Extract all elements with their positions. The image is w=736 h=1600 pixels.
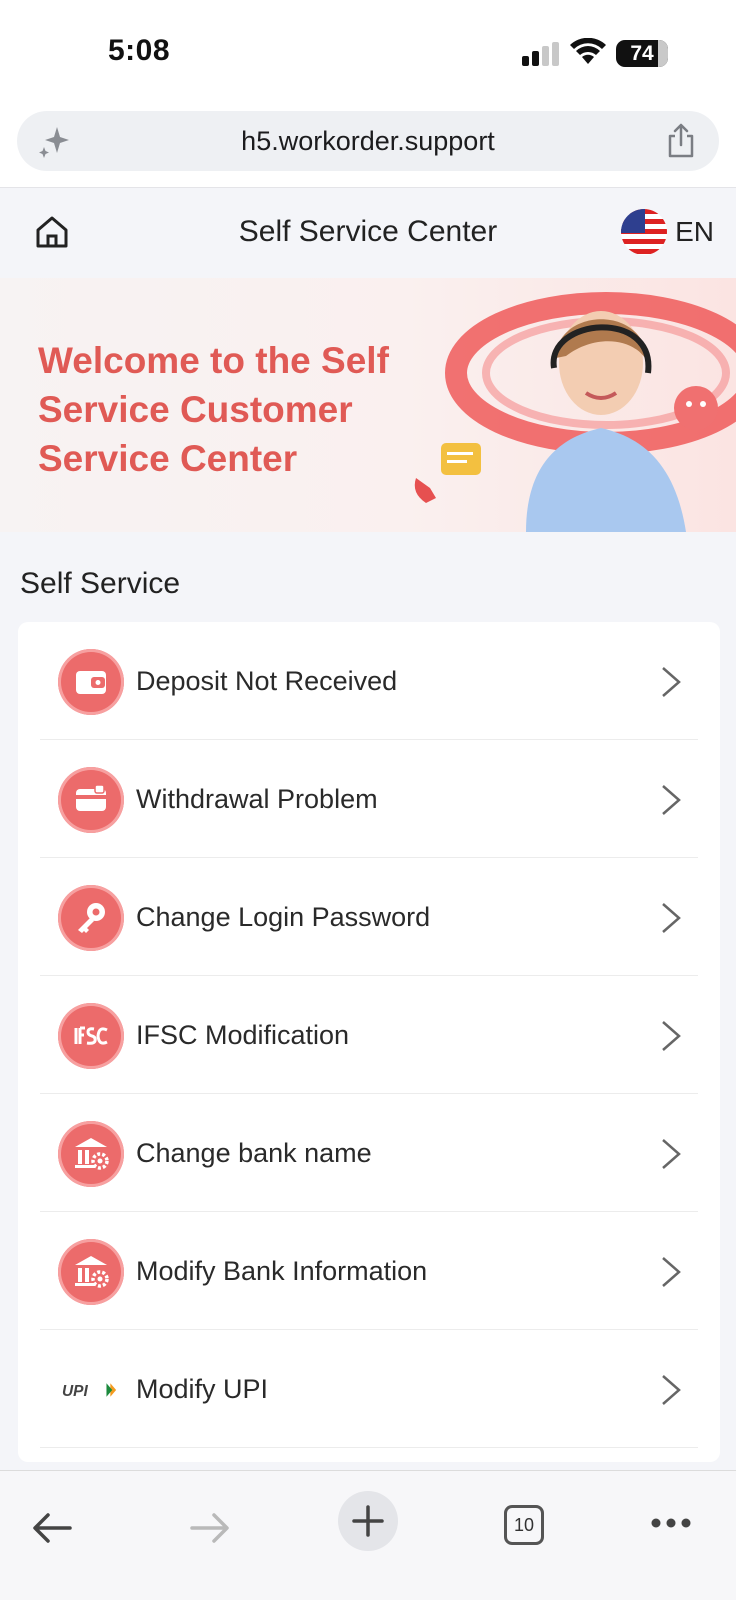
item-label: Modify Bank Information xyxy=(136,1256,428,1286)
chevron-right-icon xyxy=(662,1375,681,1405)
more-icon[interactable] xyxy=(650,1517,692,1529)
language-selector[interactable]: EN xyxy=(621,208,714,256)
chevron-right-icon xyxy=(662,1021,681,1051)
list-item-change-bank-name[interactable]: Change bank name xyxy=(40,1094,698,1212)
status-time: 5:08 xyxy=(108,34,171,67)
plus-icon xyxy=(352,1505,384,1537)
bank-gear-icon xyxy=(58,1239,124,1305)
language-label: EN xyxy=(675,216,714,247)
item-label: Modify UPI xyxy=(136,1374,269,1404)
browser-toolbar: h5.workorder.support xyxy=(0,100,736,188)
chevron-right-icon xyxy=(662,903,681,933)
new-tab-button[interactable] xyxy=(338,1491,398,1551)
list-item-deposit-not-received[interactable]: Deposit Not Received xyxy=(40,622,698,740)
tabs-button[interactable]: 10 xyxy=(504,1505,544,1545)
battery-icon: 74 xyxy=(616,40,668,67)
url-text[interactable]: h5.workorder.support xyxy=(17,126,719,157)
chevron-right-icon xyxy=(662,1257,681,1287)
ifsc-icon xyxy=(58,1003,124,1069)
item-label: IFSC Modification xyxy=(136,1020,350,1050)
section-title: Self Service xyxy=(20,567,181,600)
chevron-right-icon xyxy=(662,667,681,697)
us-flag-icon xyxy=(621,209,668,255)
bank-gear-icon xyxy=(58,1121,124,1187)
svg-text:UPI: UPI xyxy=(62,1383,88,1400)
cellular-signal-icon xyxy=(522,42,559,66)
status-bar: 5:08 74 xyxy=(0,0,736,100)
welcome-banner: Welcome to the Self Service Customer Ser… xyxy=(0,278,736,532)
chevron-right-icon xyxy=(662,1139,681,1169)
item-label: Change bank name xyxy=(136,1138,372,1168)
wallet-icon xyxy=(58,649,124,715)
app-header: Self Service Center EN xyxy=(0,188,736,278)
battery-level: 74 xyxy=(630,41,654,65)
upi-icon: UPI xyxy=(58,1357,124,1423)
list-item-modify-upi[interactable]: UPI Modify UPI xyxy=(40,1330,698,1448)
browser-bottom-bar: 10 xyxy=(0,1470,736,1600)
item-label: Withdrawal Problem xyxy=(136,784,378,814)
wifi-icon xyxy=(570,38,606,64)
address-bar[interactable]: h5.workorder.support xyxy=(17,111,719,171)
list-item-withdrawal-problem[interactable]: Withdrawal Problem xyxy=(40,740,698,858)
support-agent-illustration xyxy=(414,292,736,532)
item-label: Change Login Password xyxy=(136,902,431,932)
list-item-change-login-password[interactable]: Change Login Password xyxy=(40,858,698,976)
key-icon xyxy=(58,885,124,951)
list-item-ifsc-modification[interactable]: IFSC Modification xyxy=(40,976,698,1094)
list-item-modify-bank-information[interactable]: Modify Bank Information xyxy=(40,1212,698,1330)
item-label: Deposit Not Received xyxy=(136,666,398,696)
self-service-list: Deposit Not Received Withdrawal Problem … xyxy=(18,622,720,1462)
banner-text: Welcome to the Self Service Customer Ser… xyxy=(38,340,389,479)
forward-arrow-icon[interactable] xyxy=(186,1505,232,1551)
card-icon xyxy=(58,767,124,833)
share-icon[interactable] xyxy=(665,123,697,159)
back-arrow-icon[interactable] xyxy=(30,1505,76,1551)
chevron-right-icon xyxy=(662,785,681,815)
